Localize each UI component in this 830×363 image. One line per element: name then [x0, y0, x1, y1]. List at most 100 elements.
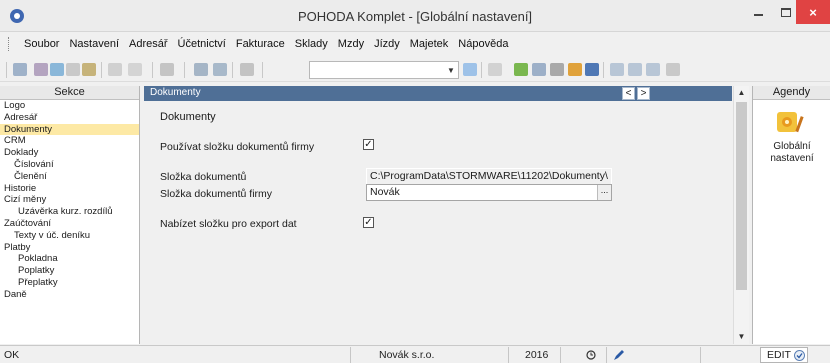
users-icon[interactable]: [50, 63, 64, 76]
search-filter-icon[interactable]: [463, 63, 477, 76]
window-title: POHODA Komplet - [Globální nastavení]: [297, 9, 533, 24]
menu-mzdy[interactable]: Mzdy: [333, 38, 369, 50]
section-item[interactable]: Uzávěrka kurz. rozdílů: [0, 206, 139, 218]
section-item[interactable]: Texty v úč. deníku: [0, 230, 139, 242]
toolbar-separator: [603, 62, 604, 78]
menu-fakturace[interactable]: Fakturace: [231, 38, 290, 50]
section-title: Dokumenty: [160, 111, 216, 123]
status-bar: OK Novák s.r.o. 2016 EDIT: [0, 345, 830, 363]
toolbar-separator: [184, 62, 185, 78]
content-header-title: Dokumenty: [150, 87, 201, 98]
global-settings-label-line1: Globální: [773, 141, 811, 152]
section-item[interactable]: Platby: [0, 242, 139, 254]
minimize-icon: [753, 14, 763, 16]
calculator-icon[interactable]: [550, 63, 564, 76]
menu-sklady[interactable]: Sklady: [290, 38, 333, 50]
previous-button[interactable]: <: [622, 87, 635, 100]
quick-search-combo[interactable]: ▼: [309, 61, 459, 79]
status-separator: [508, 347, 509, 363]
tools-icon[interactable]: [568, 63, 582, 76]
global-settings-label[interactable]: Globální nastavení: [753, 141, 830, 165]
status-separator: [560, 347, 561, 363]
next-button[interactable]: >: [637, 87, 650, 100]
section-item[interactable]: Přeplatky: [0, 277, 139, 289]
scroll-thumb[interactable]: [736, 102, 747, 290]
company-folder-label: Složka dokumentů firmy: [160, 188, 273, 200]
toolbar-separator: [152, 62, 153, 78]
browse-button[interactable]: ...: [597, 185, 611, 200]
menu-adresar[interactable]: Adresář: [124, 38, 173, 50]
section-item[interactable]: Historie: [0, 183, 139, 195]
section-list: Logo Adresář Dokumenty CRM Doklady Číslování Č…: [0, 100, 139, 301]
agendas-header: Agendy: [753, 86, 830, 100]
export-icon[interactable]: [646, 63, 660, 76]
agendas-panel: Agendy Globální nastavení: [752, 86, 830, 344]
company-folder-field[interactable]: Novák ...: [366, 184, 612, 201]
export-folder-label: Nabízet složku pro export dat: [160, 218, 297, 230]
global-settings-icon[interactable]: [775, 108, 805, 138]
minimize-button[interactable]: [744, 0, 772, 24]
export-folder-checkbox[interactable]: ✓: [363, 217, 374, 228]
content-body: Dokumenty Používat složku dokumentů firm…: [144, 101, 732, 344]
scroll-up-icon[interactable]: ▲: [734, 86, 749, 100]
sections-header: Sekce: [0, 86, 139, 100]
global-settings-label-line2: nastavení: [770, 153, 814, 164]
maximize-icon: [781, 7, 791, 17]
section-item[interactable]: Cizí měny: [0, 194, 139, 206]
bank-icon[interactable]: [585, 63, 599, 76]
docs-folder-label: Složka dokumentů: [160, 171, 247, 183]
record-icon[interactable]: [13, 63, 27, 76]
pen-icon: [614, 350, 624, 360]
clock-icon: [586, 350, 596, 360]
section-item[interactable]: Poplatky: [0, 265, 139, 277]
close-button[interactable]: ×: [796, 0, 830, 24]
print-icon[interactable]: [82, 63, 96, 76]
section-item[interactable]: Zaúčtování: [0, 218, 139, 230]
menu-ucetnictvi[interactable]: Účetnictví: [173, 38, 231, 50]
use-company-folder-checkbox[interactable]: ✓: [363, 139, 374, 150]
section-item[interactable]: Členění: [0, 171, 139, 183]
agenda-icon[interactable]: [34, 63, 48, 76]
calendar-icon[interactable]: [532, 63, 546, 76]
company-folder-value: Novák: [370, 186, 400, 198]
link-icon[interactable]: [514, 63, 528, 76]
menu-jizdy[interactable]: Jízdy: [369, 38, 405, 50]
toolbar-separator: [262, 62, 263, 78]
new-record-icon[interactable]: [108, 63, 122, 76]
filter-icon[interactable]: [66, 63, 80, 76]
chevron-down-icon[interactable]: ▼: [444, 62, 458, 78]
edit-icon[interactable]: [128, 63, 142, 76]
save-as-icon[interactable]: [213, 63, 227, 76]
status-year: 2016: [525, 349, 549, 361]
save-icon[interactable]: [194, 63, 208, 76]
help-icon[interactable]: [666, 63, 680, 76]
section-item[interactable]: Daně: [0, 289, 139, 301]
section-item[interactable]: Číslování: [0, 159, 139, 171]
section-item[interactable]: Dokumenty: [0, 123, 139, 136]
section-item[interactable]: Pokladna: [0, 253, 139, 265]
status-company: Novák s.r.o.: [379, 349, 435, 361]
report-icon[interactable]: [628, 63, 642, 76]
toolbar-separator: [481, 62, 482, 78]
edit-mode-box: EDIT: [760, 347, 808, 363]
menu-majetek[interactable]: Majetek: [405, 38, 454, 50]
vertical-scrollbar[interactable]: ▲ ▼: [733, 86, 749, 344]
toolbar-grip: [6, 62, 7, 78]
folder-icon[interactable]: [488, 63, 502, 76]
menu-soubor[interactable]: Soubor: [19, 38, 64, 50]
section-item[interactable]: Doklady: [0, 147, 139, 159]
section-item[interactable]: Logo: [0, 100, 139, 112]
menu-napoveda[interactable]: Nápověda: [453, 38, 513, 50]
docs-folder-value: C:\ProgramData\STORMWARE\11202\Dokumenty…: [366, 168, 612, 185]
toolbar: ▼: [0, 58, 830, 82]
menu-nastaveni[interactable]: Nastavení: [64, 38, 124, 50]
section-item[interactable]: Adresář: [0, 112, 139, 124]
copy-icon[interactable]: [240, 63, 254, 76]
scroll-down-icon[interactable]: ▼: [734, 330, 749, 344]
menu-grip: [8, 37, 11, 51]
section-item[interactable]: CRM: [0, 135, 139, 147]
delete-icon[interactable]: [160, 63, 174, 76]
edit-mode-label: EDIT: [767, 349, 791, 361]
check-circle-icon: [794, 350, 805, 361]
list-icon[interactable]: [610, 63, 624, 76]
